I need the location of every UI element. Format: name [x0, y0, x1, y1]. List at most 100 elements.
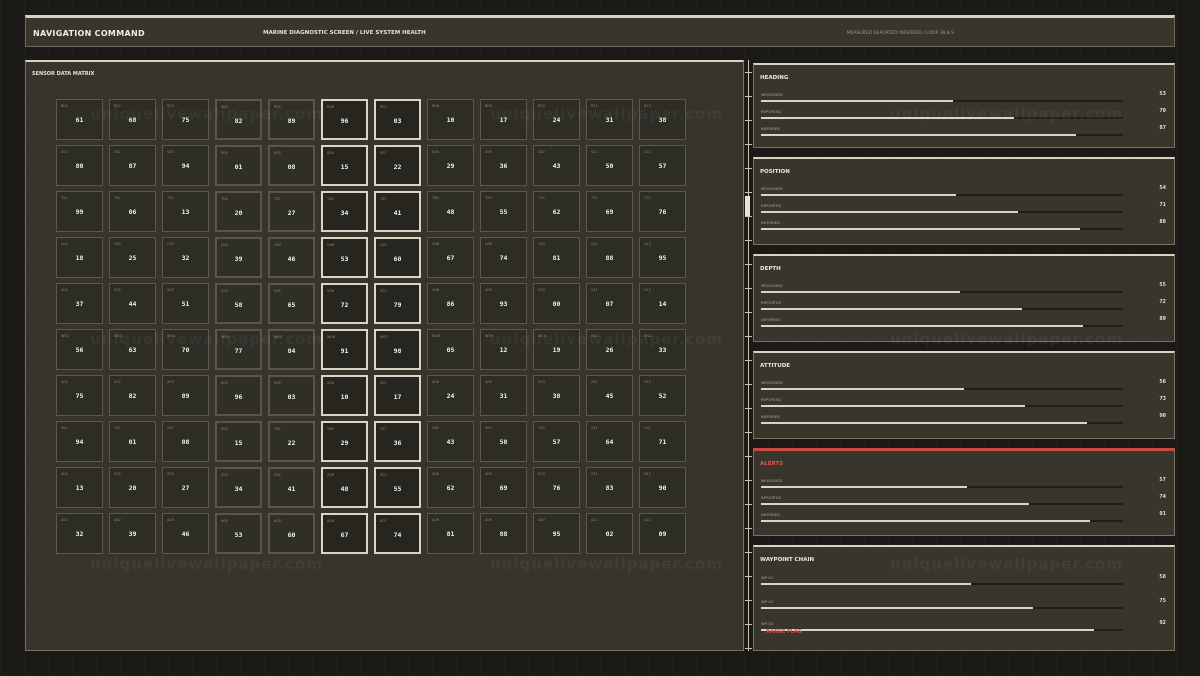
sensor-cell[interactable]: X11 45 — [586, 375, 633, 416]
sensor-cell[interactable]: A04 53 — [215, 513, 262, 554]
rail-knob[interactable] — [745, 196, 750, 216]
scroll-rail[interactable] — [745, 60, 752, 651]
sensor-cell[interactable]: V06 72 — [321, 283, 368, 324]
sensor-cell[interactable]: S08 29 — [427, 145, 474, 186]
sensor-cell[interactable]: X05 03 — [268, 375, 315, 416]
sensor-cell[interactable]: A11 02 — [586, 513, 633, 554]
sensor-cell[interactable]: U01 18 — [56, 237, 103, 278]
sensor-cell[interactable]: R07 03 — [374, 99, 421, 140]
sensor-cell[interactable]: S06 15 — [321, 145, 368, 186]
sensor-cell[interactable]: X03 89 — [162, 375, 209, 416]
sensor-cell[interactable]: T11 69 — [586, 191, 633, 232]
sensor-cell[interactable]: A05 60 — [268, 513, 315, 554]
sensor-cell[interactable]: Z05 41 — [268, 467, 315, 508]
sensor-cell[interactable]: X07 17 — [374, 375, 421, 416]
sensor-cell[interactable]: Z02 20 — [109, 467, 156, 508]
sensor-cell[interactable]: Z07 55 — [374, 467, 421, 508]
sensor-cell[interactable]: X09 31 — [480, 375, 527, 416]
sensor-cell[interactable]: X01 75 — [56, 375, 103, 416]
sensor-cell[interactable]: T02 06 — [109, 191, 156, 232]
sensor-cell[interactable]: S04 01 — [215, 145, 262, 186]
sensor-cell[interactable]: U07 60 — [374, 237, 421, 278]
sensor-cell[interactable]: S07 22 — [374, 145, 421, 186]
sensor-cell[interactable]: A12 09 — [639, 513, 686, 554]
sensor-cell[interactable]: U08 67 — [427, 237, 474, 278]
sensor-cell[interactable]: S05 08 — [268, 145, 315, 186]
sensor-cell[interactable]: Y05 22 — [268, 421, 315, 462]
sensor-cell[interactable]: A08 81 — [427, 513, 474, 554]
sensor-cell[interactable]: S10 43 — [533, 145, 580, 186]
sensor-cell[interactable]: X10 38 — [533, 375, 580, 416]
sensor-cell[interactable]: X06 10 — [321, 375, 368, 416]
sensor-cell[interactable]: U11 88 — [586, 237, 633, 278]
sensor-cell[interactable]: A07 74 — [374, 513, 421, 554]
sensor-cell[interactable]: T10 62 — [533, 191, 580, 232]
sensor-cell[interactable]: Z11 83 — [586, 467, 633, 508]
sensor-cell[interactable]: T05 27 — [268, 191, 315, 232]
sensor-cell[interactable]: X12 52 — [639, 375, 686, 416]
sensor-cell[interactable]: Z08 62 — [427, 467, 474, 508]
sensor-cell[interactable]: U06 53 — [321, 237, 368, 278]
sensor-cell[interactable]: A03 46 — [162, 513, 209, 554]
sensor-cell[interactable]: Y06 29 — [321, 421, 368, 462]
sensor-cell[interactable]: V10 00 — [533, 283, 580, 324]
sensor-cell[interactable]: V09 93 — [480, 283, 527, 324]
sensor-cell[interactable]: R06 96 — [321, 99, 368, 140]
sensor-cell[interactable]: Y12 71 — [639, 421, 686, 462]
sensor-cell[interactable]: Z09 69 — [480, 467, 527, 508]
sensor-cell[interactable]: Y03 08 — [162, 421, 209, 462]
sensor-cell[interactable]: X02 82 — [109, 375, 156, 416]
sensor-cell[interactable]: V08 86 — [427, 283, 474, 324]
sensor-cell[interactable]: T03 13 — [162, 191, 209, 232]
sensor-cell[interactable]: R08 10 — [427, 99, 474, 140]
sensor-cell[interactable]: Y10 57 — [533, 421, 580, 462]
sensor-cell[interactable]: Y04 15 — [215, 421, 262, 462]
sensor-cell[interactable]: Z12 90 — [639, 467, 686, 508]
sensor-cell[interactable]: U03 32 — [162, 237, 209, 278]
sensor-cell[interactable]: U12 95 — [639, 237, 686, 278]
sensor-cell[interactable]: T07 41 — [374, 191, 421, 232]
sensor-cell[interactable]: T08 48 — [427, 191, 474, 232]
sensor-cell[interactable]: Z03 27 — [162, 467, 209, 508]
sensor-cell[interactable]: X04 96 — [215, 375, 262, 416]
sensor-cell[interactable]: V05 65 — [268, 283, 315, 324]
sensor-cell[interactable]: Z01 13 — [56, 467, 103, 508]
sensor-cell[interactable]: V03 51 — [162, 283, 209, 324]
sensor-cell[interactable]: V01 37 — [56, 283, 103, 324]
sensor-cell[interactable]: S02 87 — [109, 145, 156, 186]
sensor-cell[interactable]: Z04 34 — [215, 467, 262, 508]
sensor-cell[interactable]: T01 99 — [56, 191, 103, 232]
sensor-cell[interactable]: S09 36 — [480, 145, 527, 186]
sensor-cell[interactable]: Y11 64 — [586, 421, 633, 462]
sensor-cell[interactable]: Y09 50 — [480, 421, 527, 462]
sensor-cell[interactable]: T12 76 — [639, 191, 686, 232]
sensor-cell[interactable]: U05 46 — [268, 237, 315, 278]
sensor-cell[interactable]: A02 39 — [109, 513, 156, 554]
sensor-cell[interactable]: T04 20 — [215, 191, 262, 232]
sensor-cell[interactable]: U09 74 — [480, 237, 527, 278]
sensor-cell[interactable]: X08 24 — [427, 375, 474, 416]
sensor-cell[interactable]: T06 34 — [321, 191, 368, 232]
sensor-cell[interactable]: S01 80 — [56, 145, 103, 186]
sensor-cell[interactable]: A09 88 — [480, 513, 527, 554]
sensor-cell[interactable]: A06 67 — [321, 513, 368, 554]
sensor-cell[interactable]: Y01 94 — [56, 421, 103, 462]
sensor-cell[interactable]: V04 58 — [215, 283, 262, 324]
sensor-cell[interactable]: A10 95 — [533, 513, 580, 554]
sensor-cell[interactable]: W06 91 — [321, 329, 368, 370]
sensor-cell[interactable]: S11 50 — [586, 145, 633, 186]
sensor-cell[interactable]: U04 39 — [215, 237, 262, 278]
sensor-cell[interactable]: Z10 76 — [533, 467, 580, 508]
sensor-cell[interactable]: V02 44 — [109, 283, 156, 324]
sensor-cell[interactable]: W08 05 — [427, 329, 474, 370]
sensor-cell[interactable]: W07 98 — [374, 329, 421, 370]
sensor-cell[interactable]: Y07 36 — [374, 421, 421, 462]
sensor-cell[interactable]: U02 25 — [109, 237, 156, 278]
sensor-cell[interactable]: Y02 01 — [109, 421, 156, 462]
sensor-cell[interactable]: V11 07 — [586, 283, 633, 324]
sensor-cell[interactable]: V12 14 — [639, 283, 686, 324]
sensor-cell[interactable]: S03 94 — [162, 145, 209, 186]
sensor-cell[interactable]: Z06 48 — [321, 467, 368, 508]
sensor-cell[interactable]: Y08 43 — [427, 421, 474, 462]
sensor-cell[interactable]: S12 57 — [639, 145, 686, 186]
